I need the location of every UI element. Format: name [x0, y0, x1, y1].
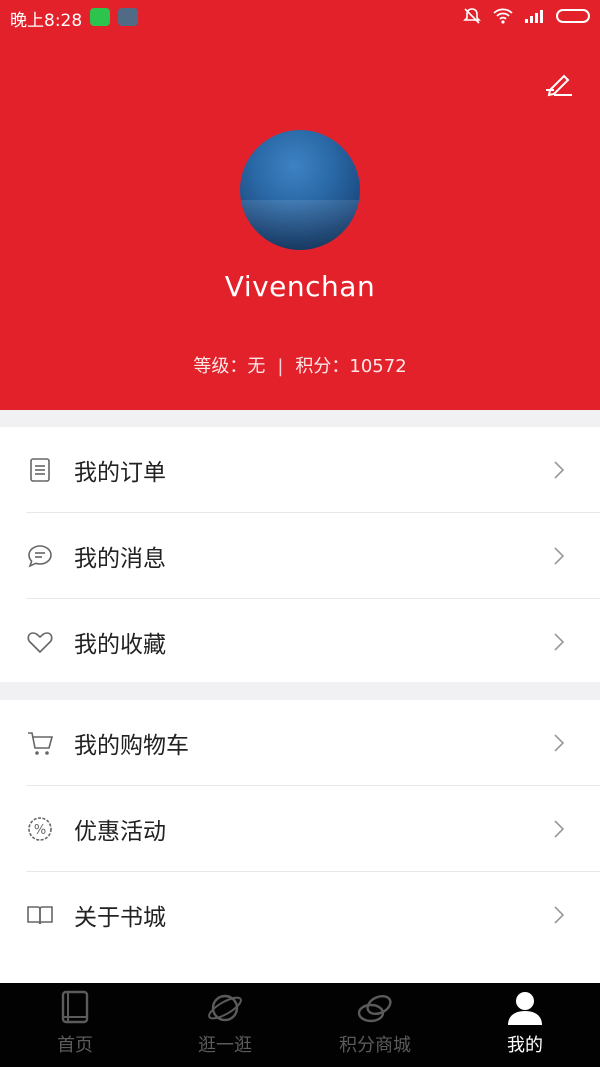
tab-mine[interactable]: 我的	[450, 983, 600, 1067]
clipboard-icon	[30, 457, 50, 482]
menu-group-primary: 我的订单 我的消息 我的收藏	[0, 427, 600, 682]
menu-label-about: 关于书城	[74, 904, 166, 931]
user-icon	[508, 992, 542, 1025]
book-icon	[61, 990, 89, 1024]
points-label: 积分：10572	[295, 356, 407, 377]
menu-item-cart[interactable]: 我的购物车	[26, 700, 600, 786]
chevron-right-icon	[554, 460, 565, 479]
status-icons	[462, 6, 590, 26]
username: Vivenchan	[224, 270, 376, 303]
signal-icon	[525, 10, 543, 23]
menu-item-favorites[interactable]: 我的收藏	[26, 599, 600, 684]
percent-badge-icon: %	[28, 816, 52, 841]
chevron-right-icon	[554, 819, 565, 838]
open-book-icon	[27, 905, 53, 924]
menu-item-orders[interactable]: 我的订单	[26, 427, 600, 513]
cart-icon	[28, 731, 54, 755]
menu-label-messages: 我的消息	[74, 545, 166, 572]
heart-icon	[27, 631, 53, 653]
bottom-tab-bar: 首页 逛一逛 积分商城 我的	[0, 983, 600, 1067]
menu-item-messages[interactable]: 我的消息	[26, 513, 600, 599]
battery-icon	[556, 9, 590, 23]
planet-icon	[208, 994, 242, 1022]
wifi-icon	[493, 8, 513, 24]
chat-bubble-icon	[28, 544, 52, 568]
edit-profile-icon[interactable]	[544, 70, 574, 98]
menu-label-orders: 我的订单	[74, 459, 166, 486]
chevron-right-icon	[554, 905, 565, 924]
avatar[interactable]	[240, 130, 360, 250]
menu-item-about[interactable]: 关于书城	[26, 872, 600, 957]
stats-separator: |	[277, 356, 284, 377]
chevron-right-icon	[554, 733, 565, 752]
chevron-right-icon	[554, 632, 565, 651]
menu-label-favorites: 我的收藏	[74, 631, 166, 658]
tab-label-explore: 逛一逛	[198, 1035, 252, 1056]
menu-label-promotions: 优惠活动	[74, 818, 166, 845]
menu-label-cart: 我的购物车	[74, 732, 189, 759]
svg-text:%: %	[34, 823, 46, 838]
menu-group-secondary: 我的购物车 % 优惠活动 关于书城	[0, 700, 600, 983]
coins-icon	[357, 994, 392, 1023]
user-stats: 等级：无 | 积分：10572	[0, 352, 600, 378]
level-label: 等级：无	[193, 356, 266, 377]
mute-icon	[463, 8, 481, 24]
chevron-right-icon	[554, 546, 565, 565]
tab-label-mine: 我的	[507, 1035, 543, 1056]
tab-home[interactable]: 首页	[0, 983, 150, 1067]
tab-label-home: 首页	[57, 1035, 93, 1056]
wechat-icon	[90, 8, 110, 26]
tab-explore[interactable]: 逛一逛	[150, 983, 300, 1067]
menu-item-promotions[interactable]: % 优惠活动	[26, 786, 600, 872]
status-time: 晚上8:28	[10, 11, 83, 31]
tab-label-points-mall: 积分商城	[339, 1035, 411, 1056]
status-bar: 晚上8:28	[0, 0, 600, 34]
tab-points-mall[interactable]: 积分商城	[300, 983, 450, 1067]
gallery-icon	[118, 8, 138, 26]
profile-header: 晚上8:28 Vivenchan 等级：无 | 积分：10572	[0, 0, 600, 410]
